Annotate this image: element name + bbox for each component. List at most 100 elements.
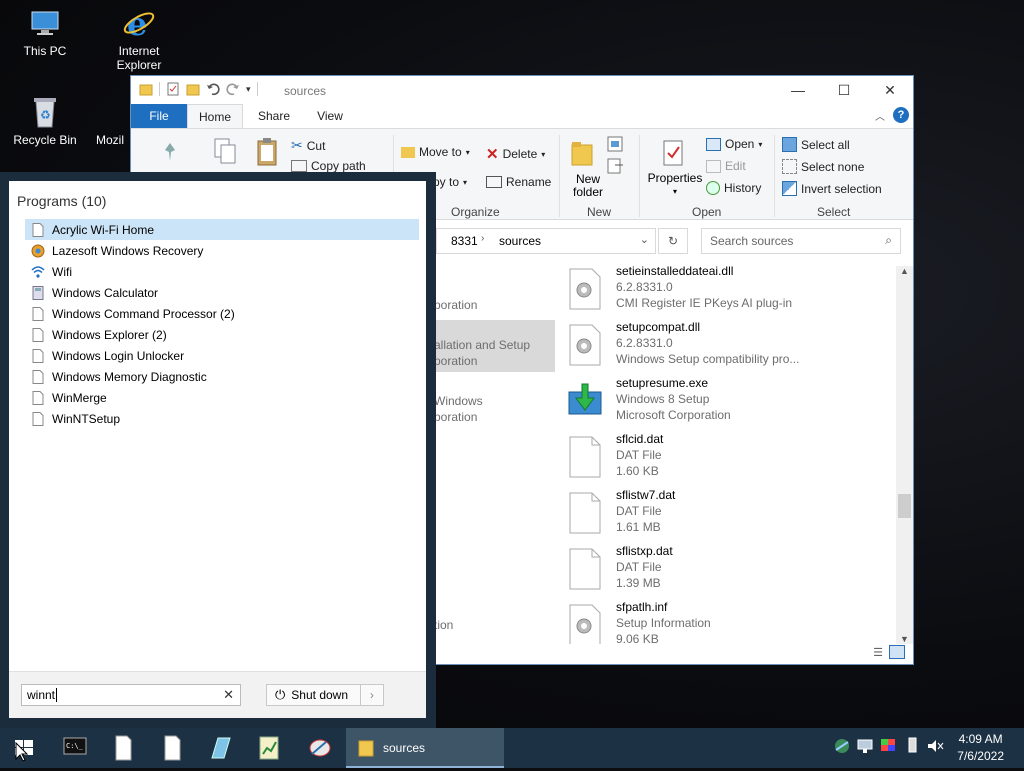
collapse-ribbon-icon[interactable]: ︿ bbox=[875, 108, 885, 123]
refresh-button[interactable]: ↻ bbox=[658, 228, 688, 254]
tab-home[interactable]: Home bbox=[187, 104, 243, 128]
taskbar-explorer-sources[interactable]: sources bbox=[346, 728, 504, 768]
desktop-icon-this-pc[interactable]: This PC bbox=[5, 6, 85, 58]
large-icons-view-icon[interactable] bbox=[889, 645, 905, 659]
paste-icon[interactable] bbox=[255, 137, 279, 167]
start-button[interactable] bbox=[2, 728, 46, 768]
desktop-icon-mozilla[interactable]: Mozil bbox=[96, 95, 130, 147]
breadcrumb-sources[interactable]: sources bbox=[499, 234, 541, 248]
history-button[interactable]: History bbox=[706, 181, 761, 195]
program-item[interactable]: Wifi bbox=[25, 261, 419, 282]
undo-icon[interactable] bbox=[206, 82, 220, 96]
blank-file-icon bbox=[31, 327, 45, 342]
vertical-scrollbar[interactable]: ▲ ▼ bbox=[896, 266, 913, 644]
shutdown-options-arrow[interactable]: › bbox=[359, 685, 383, 705]
copy-to-button[interactable]: py to ▾ bbox=[433, 175, 467, 189]
program-item[interactable]: Acrylic Wi-Fi Home bbox=[25, 219, 419, 240]
column-fragment: poration bbox=[434, 410, 478, 424]
rename-button[interactable]: Rename bbox=[486, 175, 551, 189]
desktop-icon-internet-explorer[interactable]: e Internet Explorer bbox=[98, 5, 180, 72]
display-settings-icon[interactable] bbox=[878, 736, 898, 756]
file-detail-1: Windows 8 Setup bbox=[616, 392, 710, 406]
scrollbar-thumb[interactable] bbox=[898, 494, 911, 518]
clear-search-icon[interactable]: ✕ bbox=[223, 687, 234, 703]
start-search-input[interactable]: winnt ✕ bbox=[21, 684, 241, 706]
breadcrumb-8331[interactable]: 8331 bbox=[451, 234, 478, 248]
program-item[interactable]: Lazesoft Windows Recovery bbox=[25, 240, 419, 261]
system-clock[interactable]: 4:09 AM 7/6/2022 bbox=[957, 731, 1004, 765]
close-button[interactable]: ✕ bbox=[867, 76, 913, 104]
blank-file-icon bbox=[568, 548, 601, 590]
window-title: sources bbox=[284, 84, 327, 98]
blank-file-icon bbox=[31, 306, 45, 321]
tab-share[interactable]: Share bbox=[247, 104, 301, 128]
text-caret bbox=[56, 688, 58, 702]
program-item[interactable]: Windows Command Processor (2) bbox=[25, 303, 419, 324]
title-bar[interactable]: ▾ sources — ☐ ✕ bbox=[131, 76, 913, 104]
program-item[interactable]: WinNTSetup bbox=[25, 408, 419, 429]
details-view-icon[interactable]: ☰ bbox=[873, 646, 883, 659]
invert-selection-icon bbox=[782, 181, 797, 196]
delete-button[interactable]: ✕ Delete ▾ bbox=[486, 145, 545, 163]
properties-check-icon[interactable] bbox=[166, 82, 180, 96]
program-label: Windows Memory Diagnostic bbox=[52, 369, 207, 384]
file-detail-2: Microsoft Corporation bbox=[616, 408, 731, 422]
taskbar-command-prompt[interactable]: C:\_ bbox=[52, 728, 96, 768]
program-item[interactable]: WinMerge bbox=[25, 387, 419, 408]
move-to-label: Move to bbox=[419, 145, 462, 159]
properties-icon[interactable] bbox=[661, 139, 685, 167]
dropdown-arrow-icon: ▾ bbox=[672, 187, 677, 196]
easy-access-icon[interactable] bbox=[605, 157, 627, 175]
copy-icon[interactable] bbox=[213, 137, 237, 167]
cut-button[interactable]: ✂ Cut bbox=[291, 137, 325, 154]
new-folder-button[interactable]: New folder bbox=[570, 173, 606, 199]
volume-muted-icon[interactable] bbox=[925, 736, 945, 756]
maximize-button[interactable]: ☐ bbox=[821, 76, 867, 104]
taskbar-file-1[interactable] bbox=[101, 728, 145, 768]
search-box[interactable]: Search sources ⌕ bbox=[701, 228, 901, 254]
program-item[interactable]: Windows Memory Diagnostic bbox=[25, 366, 419, 387]
copy-to-label: py to bbox=[433, 175, 460, 189]
file-item[interactable]: sflcid.dat DAT File 1.60 KB bbox=[568, 432, 868, 486]
file-item[interactable]: sflistw7.dat DAT File 1.61 MB bbox=[568, 488, 868, 542]
pin-icon[interactable] bbox=[161, 141, 179, 163]
new-folder-icon[interactable] bbox=[186, 82, 200, 96]
taskbar-file-2[interactable] bbox=[150, 728, 194, 768]
select-none-button[interactable]: Select none bbox=[782, 159, 864, 174]
new-folder-icon[interactable] bbox=[570, 139, 594, 167]
properties-button[interactable]: Properties ▾ bbox=[647, 171, 703, 199]
program-item[interactable]: Windows Calculator bbox=[25, 282, 419, 303]
address-bar[interactable]: 8331 › sources ⌄ bbox=[436, 228, 656, 254]
network-globe-icon[interactable] bbox=[832, 736, 852, 756]
taskbar-app-crystal[interactable] bbox=[198, 728, 242, 768]
redo-icon[interactable] bbox=[226, 82, 240, 96]
chevron-down-icon[interactable]: ⌄ bbox=[640, 233, 649, 246]
file-detail-2: 1.60 KB bbox=[616, 464, 659, 478]
desktop-icon-recycle-bin[interactable]: ♻ Recycle Bin bbox=[5, 95, 85, 147]
file-item[interactable]: setieinstalleddateai.dll 6.2.8331.0 CMI Re… bbox=[568, 264, 868, 318]
file-item[interactable]: setupcompat.dll 6.2.8331.0 Windows Setup c… bbox=[568, 320, 868, 374]
minimize-button[interactable]: — bbox=[775, 76, 821, 104]
taskbar-app-notepad[interactable] bbox=[247, 728, 291, 768]
customize-toolbar-chevron-icon[interactable]: ▾ bbox=[246, 84, 251, 95]
new-item-icon[interactable] bbox=[605, 135, 627, 153]
network-icon[interactable] bbox=[855, 736, 875, 756]
program-item[interactable]: Windows Login Unlocker bbox=[25, 345, 419, 366]
invert-selection-button[interactable]: Invert selection bbox=[782, 181, 882, 196]
copy-path-button[interactable]: Copy path bbox=[291, 159, 366, 173]
shutdown-button[interactable]: ⏻ Shut down bbox=[267, 687, 360, 703]
help-icon[interactable]: ? bbox=[893, 107, 909, 123]
taskbar-app-paint[interactable] bbox=[298, 728, 342, 768]
move-to-button[interactable]: Move to ▾ bbox=[401, 145, 470, 159]
select-all-button[interactable]: Select all bbox=[782, 137, 850, 152]
usb-device-icon[interactable] bbox=[902, 736, 922, 756]
file-item[interactable]: sfpatlh.inf Setup Information 9.06 KB bbox=[568, 600, 868, 644]
file-item[interactable]: setupresume.exe Windows 8 Setup Microsoft … bbox=[568, 376, 868, 430]
file-item[interactable]: sflistxp.dat DAT File 1.39 MB bbox=[568, 544, 868, 598]
open-button[interactable]: Open ▾ bbox=[706, 137, 762, 151]
edit-button[interactable]: Edit bbox=[706, 159, 746, 173]
internet-explorer-icon: e bbox=[122, 5, 156, 43]
scroll-up-arrow-icon[interactable]: ▲ bbox=[896, 266, 913, 276]
program-item[interactable]: Windows Explorer (2) bbox=[25, 324, 419, 345]
tab-view[interactable]: View bbox=[303, 104, 357, 128]
